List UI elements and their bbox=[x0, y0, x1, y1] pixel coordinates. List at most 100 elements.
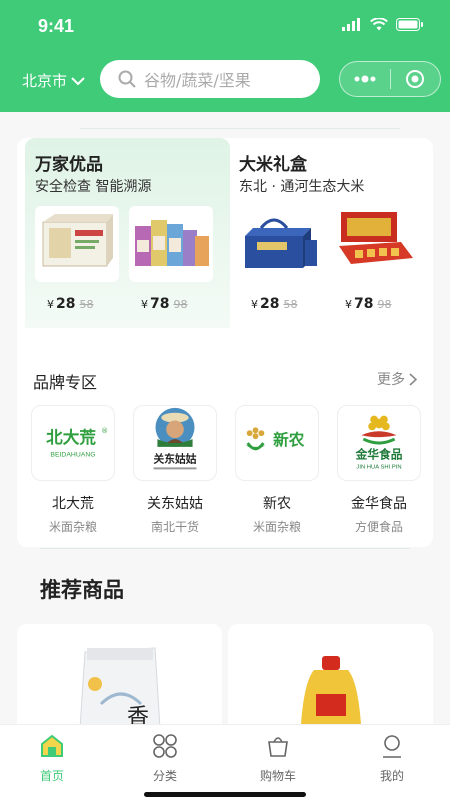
chevron-right-icon bbox=[409, 372, 417, 386]
close-miniprogram-button[interactable] bbox=[391, 69, 441, 89]
xinnong-logo: 新农 bbox=[235, 405, 319, 481]
target-icon bbox=[406, 70, 425, 88]
brand-more-link[interactable]: 更多 bbox=[377, 369, 417, 389]
original-price: 58 bbox=[283, 298, 298, 311]
tab-bar: 首页 分类 购物车 我的 bbox=[0, 724, 450, 800]
search-placeholder: 谷物/蔬菜/坚果 bbox=[144, 71, 251, 90]
original-price: 58 bbox=[79, 298, 94, 311]
brand-name: 新农 bbox=[263, 496, 291, 512]
cart-icon bbox=[268, 737, 288, 757]
home-icon bbox=[41, 734, 63, 757]
promo-subtitle: 安全检查 智能溯源 bbox=[35, 179, 152, 195]
signal-icon bbox=[342, 18, 360, 31]
tab-label: 分类 bbox=[152, 769, 177, 783]
chevron-down-icon bbox=[71, 76, 85, 85]
guandong-gugu-logo-art: 关东姑姑 bbox=[153, 407, 197, 470]
tab-label: 购物车 bbox=[259, 769, 296, 783]
status-time: 9:41 bbox=[38, 16, 75, 36]
product-price: ¥28 58 bbox=[47, 296, 93, 312]
status-icons bbox=[342, 18, 424, 31]
tab-category[interactable]: 分类 bbox=[125, 733, 205, 784]
red-gift-box-image bbox=[339, 212, 413, 264]
price-value: 28 bbox=[260, 296, 280, 312]
product-thumb-red-gift-box[interactable] bbox=[333, 206, 417, 282]
jinhua-logo-art: 金华食品 JIN HUA SHI PIN bbox=[355, 415, 403, 470]
tab-cart[interactable]: 购物车 bbox=[238, 733, 318, 784]
brand-item-xinnong[interactable]: 新农 新农 米面杂粮 bbox=[235, 405, 319, 535]
recommend-product-card[interactable] bbox=[228, 624, 433, 724]
brand-category: 方便食品 bbox=[354, 520, 403, 534]
original-price: 98 bbox=[377, 298, 392, 311]
svg-text:香: 香 bbox=[127, 705, 149, 724]
xinnong-logo-art: 新农 bbox=[245, 427, 305, 451]
recommend-product-card[interactable]: 香 bbox=[17, 624, 222, 724]
rice-box-image bbox=[42, 214, 113, 267]
original-price: 98 bbox=[173, 298, 188, 311]
more-menu-button[interactable] bbox=[340, 75, 390, 83]
brand-category: 米面杂粮 bbox=[252, 520, 301, 534]
product-thumb-grain-bags[interactable] bbox=[129, 206, 213, 282]
tab-home[interactable]: 首页 bbox=[12, 733, 92, 784]
user-icon bbox=[383, 735, 401, 758]
home-indicator bbox=[144, 792, 306, 797]
jinhua-logo: 金华食品 JIN HUA SHI PIN bbox=[337, 405, 421, 481]
tab-profile[interactable]: 我的 bbox=[352, 733, 432, 784]
brand-name: 关东姑姑 bbox=[147, 496, 203, 512]
search-input[interactable]: 谷物/蔬菜/坚果 bbox=[100, 60, 320, 98]
promo-subtitle: 东北 · 通河生态大米 bbox=[239, 179, 365, 195]
guandong-gugu-logo-text: 关东姑姑 bbox=[154, 453, 197, 466]
promo-title: 万家优品 bbox=[35, 155, 103, 175]
brand-category: 南北干货 bbox=[150, 520, 199, 534]
brand-section: 品牌专区 更多 北大荒 BEIDAHUANG ® 北大荒 米面杂粮 关东姑姑 关… bbox=[17, 357, 433, 547]
tab-label: 首页 bbox=[39, 769, 64, 783]
wifi-icon bbox=[370, 18, 388, 31]
more-label: 更多 bbox=[377, 372, 405, 388]
blue-gift-box-image bbox=[245, 218, 317, 268]
brand-item-beidahuang[interactable]: 北大荒 BEIDAHUANG ® 北大荒 米面杂粮 bbox=[31, 405, 115, 535]
rice-bag-image: 香 bbox=[79, 647, 161, 724]
xinnong-logo-text: 新农 bbox=[273, 430, 305, 449]
beidahuang-logo-text: 北大荒 bbox=[46, 427, 96, 447]
city-label: 北京市 bbox=[22, 72, 68, 90]
oil-bottle-image bbox=[301, 656, 361, 724]
currency-symbol: ¥ bbox=[141, 298, 148, 311]
brand-item-jinhua[interactable]: 金华食品 JIN HUA SHI PIN 金华食品 方便食品 bbox=[337, 405, 421, 535]
grain-bags-image bbox=[135, 220, 209, 266]
beidahuang-logo-sub: BEIDAHUANG bbox=[50, 452, 95, 459]
price-value: 78 bbox=[150, 296, 170, 312]
home-content[interactable]: 万家优品 安全检查 智能溯源 ¥ 28 58 ¥ 78 98 大米礼盒 东北 ·… bbox=[0, 112, 450, 724]
currency-symbol: ¥ bbox=[251, 298, 258, 311]
search-icon bbox=[118, 70, 136, 88]
guandong-gugu-logo: 关东姑姑 bbox=[133, 405, 217, 481]
price-value: 78 bbox=[354, 296, 374, 312]
jinhua-logo-sub: JIN HUA SHI PIN bbox=[356, 464, 401, 470]
tab-label: 我的 bbox=[379, 769, 404, 783]
promo-title: 大米礼盒 bbox=[239, 155, 307, 175]
more-dots-icon bbox=[354, 75, 376, 83]
divider bbox=[40, 548, 410, 549]
jinhua-logo-text: 金华食品 bbox=[355, 448, 403, 462]
product-thumb-blue-gift-box[interactable] bbox=[239, 206, 323, 282]
beidahuang-logo-art: 北大荒 BEIDAHUANG ® bbox=[46, 427, 108, 459]
currency-symbol: ¥ bbox=[47, 298, 54, 311]
product-thumb-rice-box[interactable] bbox=[35, 206, 119, 282]
price-value: 28 bbox=[56, 296, 76, 312]
city-selector[interactable]: 北京市 bbox=[22, 70, 85, 91]
brand-name: 金华食品 bbox=[351, 496, 407, 512]
product-price: ¥78 98 bbox=[345, 296, 391, 312]
product-price: ¥28 58 bbox=[251, 296, 297, 312]
divider bbox=[80, 128, 400, 129]
miniprogram-capsule bbox=[339, 61, 441, 97]
currency-symbol: ¥ bbox=[345, 298, 352, 311]
header: 北京市 谷物/蔬菜/坚果 bbox=[0, 54, 450, 112]
status-bar: 9:41 bbox=[0, 0, 450, 54]
product-price: ¥78 98 bbox=[141, 296, 187, 312]
brand-category: 米面杂粮 bbox=[48, 520, 97, 534]
beidahuang-logo: 北大荒 BEIDAHUANG ® bbox=[31, 405, 115, 481]
category-icon bbox=[153, 734, 177, 758]
brand-name: 北大荒 bbox=[52, 496, 94, 512]
brand-item-guandong-gugu[interactable]: 关东姑姑 关东姑姑 南北干货 bbox=[133, 405, 217, 535]
brand-section-title: 品牌专区 bbox=[33, 373, 98, 392]
registered-icon: ® bbox=[101, 427, 108, 435]
battery-icon bbox=[396, 18, 423, 31]
